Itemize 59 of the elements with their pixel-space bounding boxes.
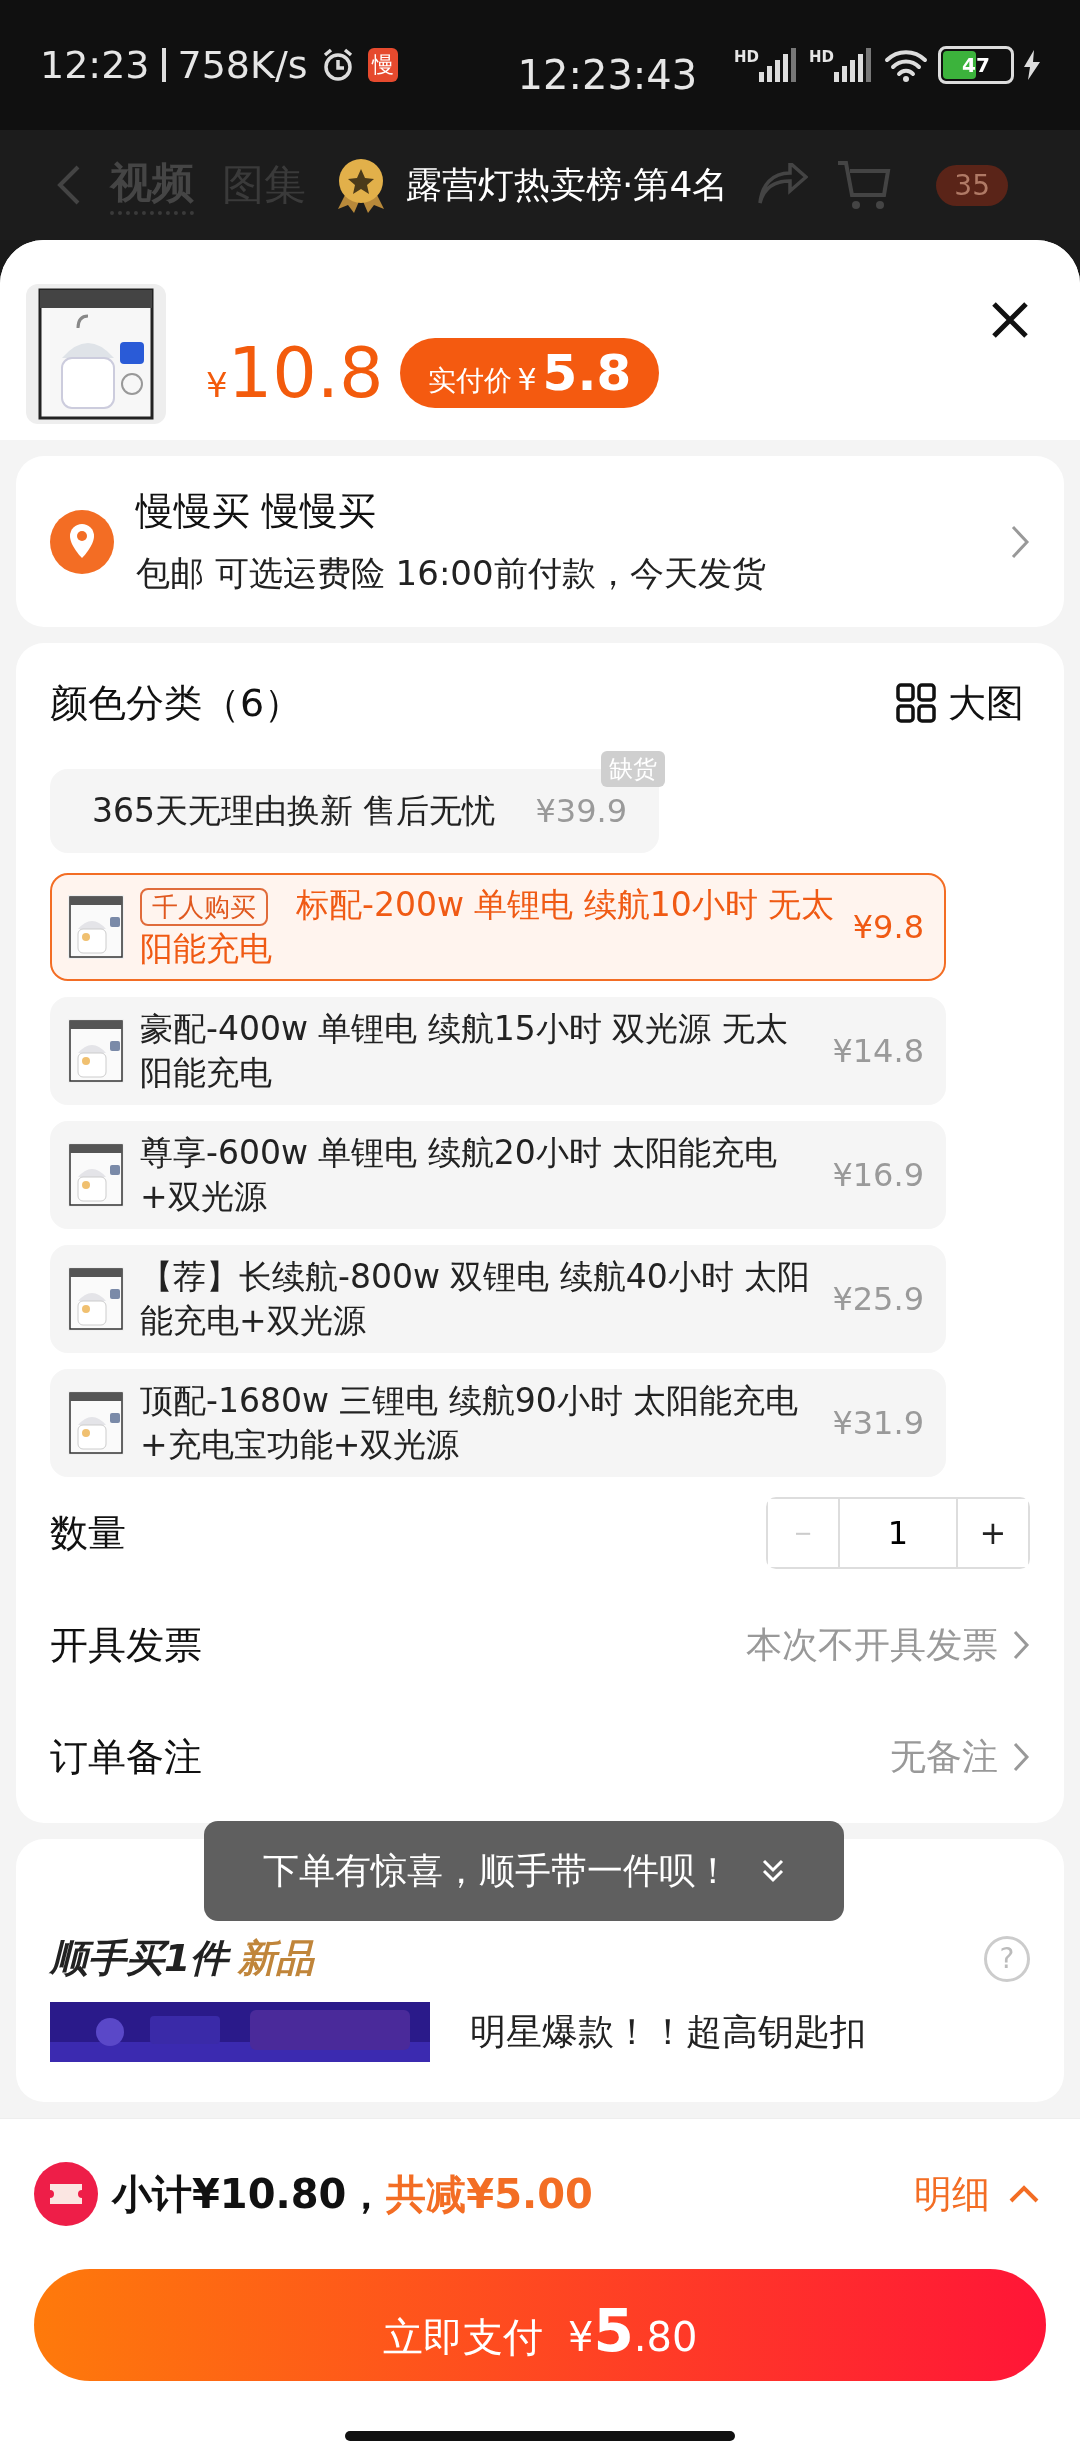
network-speed: 758K/s (177, 43, 308, 87)
discount-total: 共减¥5.00 (386, 2169, 593, 2219)
chevron-right-icon[interactable] (1012, 1629, 1030, 1661)
wifi-icon (884, 48, 928, 82)
chevron-right-icon[interactable] (1012, 1741, 1030, 1773)
signal-icon (834, 48, 874, 82)
recipient-name: 慢慢买 慢慢买 (136, 488, 378, 535)
currency-sign: ¥ (206, 365, 228, 405)
option-price: ¥9.8 (852, 908, 924, 946)
currency-sign: ¥ (517, 362, 537, 397)
network-label: HD (733, 48, 759, 66)
ranking-label[interactable]: 露营灯热卖榜·第4名 (406, 160, 729, 210)
option-label: 豪配-400w 单锂电 续航15小时 双光源 无太阳能充电 (140, 1009, 788, 1092)
close-icon[interactable] (990, 300, 1030, 340)
upsell-product-name[interactable]: 明星爆款！！超高钥匙扣 (470, 2007, 866, 2057)
actual-price: 5.8 (542, 344, 632, 402)
upsell-title: 顺手买1件 (50, 1935, 229, 1982)
option-price: ¥14.8 (832, 1032, 924, 1070)
toast-message: 下单有惊喜，顺手带一件呗！ (263, 1848, 731, 1893)
signal-icon (759, 48, 799, 82)
option-price: ¥39.9 (535, 792, 628, 830)
subtotal: 小计¥10.80， (112, 2169, 387, 2219)
toast[interactable]: 下单有惊喜，顺手带一件呗！ (204, 1821, 844, 1921)
section-title: 颜色分类（6） (50, 679, 304, 727)
popular-tag: 千人购买 (140, 888, 268, 926)
battery-level: 47 (962, 55, 990, 75)
large-view-button[interactable]: 大图 (890, 676, 1030, 730)
option-label: 365天无理由换新 售后无忧 (92, 790, 496, 832)
option-chip[interactable]: 【荐】长续航-800w 双锂电 续航40小时 太阳能充电+双光源 ¥25.9 (50, 1245, 946, 1353)
actual-price-label: 实付价 (427, 363, 512, 399)
back-icon[interactable] (56, 163, 82, 207)
cart-count-badge: 35 (936, 164, 1008, 206)
option-label: 【荐】长续航-800w 双锂电 续航40小时 太阳能充电+双光源 (140, 1257, 811, 1340)
status-time: 12:23 (40, 43, 150, 87)
caret-up-icon (1008, 2184, 1040, 2204)
chevron-right-icon[interactable] (1010, 523, 1030, 560)
product-price: 10.8 (227, 332, 384, 414)
option-chip[interactable]: 顶配-1680w 三锂电 续航90小时 太阳能充电+充电宝功能+双光源 ¥31.9 (50, 1369, 946, 1477)
option-price: ¥16.9 (832, 1156, 924, 1194)
network-label: HD (809, 48, 834, 66)
option-chip[interactable]: 豪配-400w 单锂电 续航15小时 双光源 无太阳能充电 ¥14.8 (50, 997, 946, 1105)
quantity-label: 数量 (50, 1509, 127, 1557)
delivery-info: 包邮 可选运费险 16:00前付款，今天发货 (136, 552, 767, 595)
option-label: 千人购买 标配-200w 单锂电 续航10小时 无太阳能充电 (140, 885, 835, 968)
option-chip[interactable]: 尊享-600w 单锂电 续航20小时 太阳能充电+双光源 ¥16.9 (50, 1121, 946, 1229)
option-label: 尊享-600w 单锂电 续航20小时 太阳能充电+双光源 (140, 1133, 778, 1216)
new-tag: 新品 (238, 1933, 315, 1984)
row-label: 订单备注 (50, 1733, 203, 1781)
option-price: ¥31.9 (832, 1404, 924, 1442)
pay-now-button[interactable]: 立即支付 ¥5.80 (34, 2269, 1046, 2381)
option-label: 顶配-1680w 三锂电 续航90小时 太阳能充电+充电宝功能+双光源 (140, 1381, 799, 1464)
option-price: ¥25.9 (832, 1280, 924, 1318)
ticket-icon (34, 2162, 98, 2226)
double-chevron-down-icon (761, 1858, 785, 1884)
row-label: 开具发票 (50, 1621, 203, 1669)
clock: 12:23:43 (517, 52, 698, 98)
grid-icon (896, 683, 936, 723)
location-pin-icon (50, 509, 114, 574)
app-badge: 慢 (367, 48, 398, 82)
